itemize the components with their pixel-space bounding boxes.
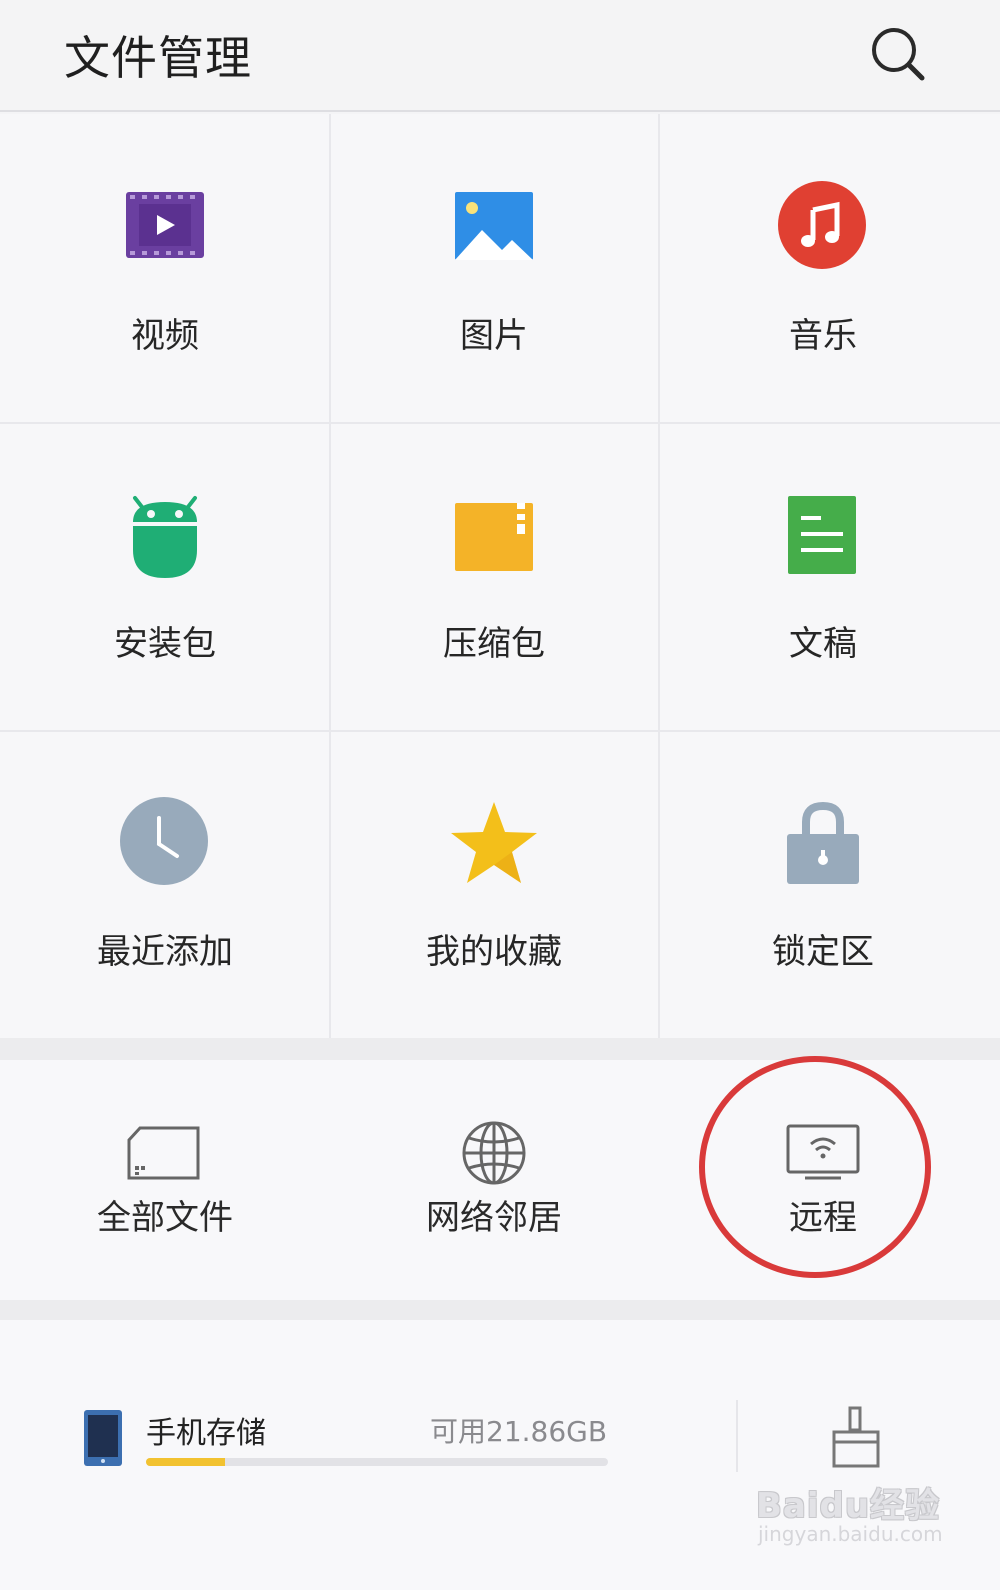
- image-icon: [444, 180, 544, 280]
- tool-all-files[interactable]: 全部文件: [0, 1060, 330, 1300]
- zip-icon: [444, 488, 544, 588]
- sd-card-icon: [125, 1118, 205, 1188]
- category-zip[interactable]: 压缩包: [329, 422, 659, 730]
- star-icon: [444, 796, 544, 896]
- section-divider: [0, 1038, 1000, 1060]
- category-apk[interactable]: 安装包: [0, 422, 330, 730]
- category-music[interactable]: 音乐: [658, 114, 988, 422]
- category-label: 音乐: [789, 316, 857, 356]
- section-divider: [0, 1300, 1000, 1320]
- phone-icon: [84, 1410, 122, 1466]
- storage-free: 可用21.86GB: [430, 1415, 608, 1448]
- category-label: 我的收藏: [426, 932, 562, 972]
- category-favorites[interactable]: 我的收藏: [329, 730, 659, 1038]
- storage-panel[interactable]: 手机存储 可用21.86GB: [0, 1320, 1000, 1590]
- broom-icon[interactable]: [828, 1406, 884, 1470]
- category-label: 最近添加: [97, 932, 233, 972]
- page-title: 文件管理: [64, 31, 252, 85]
- category-image[interactable]: 图片: [329, 114, 659, 422]
- category-label: 安装包: [114, 624, 216, 664]
- category-grid: 视频 图片 音乐 安装包 压缩包 文稿 最近添加 我的收藏 锁定区: [0, 114, 1000, 1038]
- video-icon: [115, 180, 215, 280]
- category-label: 锁定区: [772, 932, 874, 972]
- clock-icon: [115, 796, 215, 896]
- storage-usage-bar: [146, 1458, 608, 1466]
- storage-name: 手机存储: [146, 1416, 266, 1451]
- music-icon: [773, 180, 873, 280]
- category-recent[interactable]: 最近添加: [0, 730, 330, 1038]
- vertical-divider: [736, 1400, 738, 1472]
- category-video[interactable]: 视频: [0, 114, 330, 422]
- category-label: 图片: [460, 316, 528, 356]
- search-icon[interactable]: [868, 24, 928, 84]
- category-label: 压缩包: [443, 624, 545, 664]
- highlight-circle: [699, 1056, 931, 1278]
- category-label: 视频: [131, 316, 199, 356]
- category-label: 文稿: [789, 624, 857, 664]
- category-document[interactable]: 文稿: [658, 422, 988, 730]
- document-icon: [773, 488, 873, 588]
- app-header: 文件管理: [0, 0, 1000, 112]
- tool-network[interactable]: 网络邻居: [329, 1060, 659, 1300]
- tool-label: 网络邻居: [426, 1198, 562, 1238]
- lock-icon: [773, 796, 873, 896]
- storage-usage-fill: [146, 1458, 225, 1466]
- watermark-logo: Baidu经验: [756, 1486, 941, 1526]
- category-locked[interactable]: 锁定区: [658, 730, 988, 1038]
- android-icon: [115, 488, 215, 588]
- watermark-url: jingyan.baidu.com: [758, 1522, 943, 1546]
- globe-icon: [454, 1118, 534, 1188]
- tool-label: 全部文件: [97, 1198, 233, 1238]
